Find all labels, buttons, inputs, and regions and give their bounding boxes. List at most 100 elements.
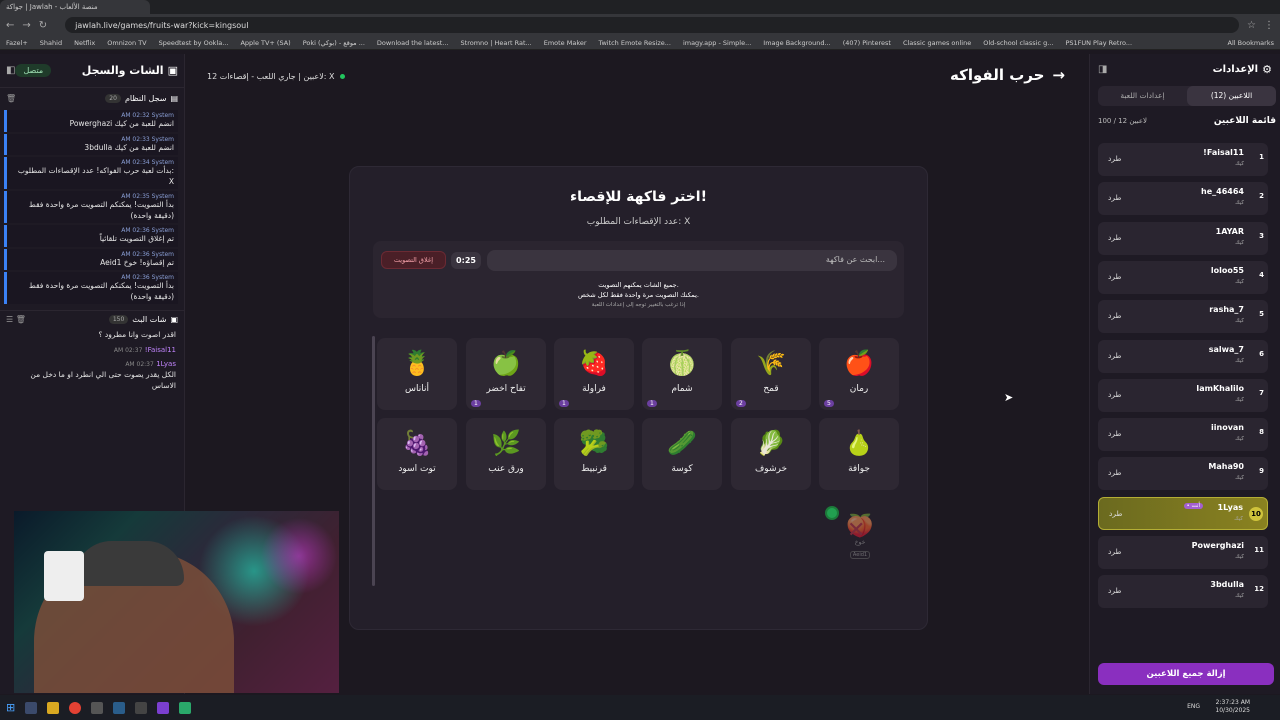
log-sender: System bbox=[151, 112, 174, 119]
bookmark-item[interactable]: Speedtest by Ookla... bbox=[159, 39, 229, 47]
kick-button[interactable]: طرد bbox=[1108, 311, 1121, 320]
tab-players[interactable]: اللاعبين (12) bbox=[1187, 86, 1276, 106]
taskbar-app-icon[interactable] bbox=[69, 701, 82, 714]
player-platform: كيك bbox=[1235, 475, 1244, 482]
menu-icon[interactable]: ⋮ bbox=[1264, 20, 1274, 31]
all-bookmarks[interactable]: All Bookmarks bbox=[1228, 39, 1274, 47]
clock[interactable]: 2:37:23 AM 10/30/2025 bbox=[1215, 699, 1250, 715]
kick-button[interactable]: طرد bbox=[1108, 272, 1121, 281]
windows-start-icon[interactable]: ⊞ bbox=[6, 701, 15, 714]
bookmark-item[interactable]: Download the latest... bbox=[377, 39, 449, 47]
bookmark-item[interactable]: Twitch Emote Resize... bbox=[599, 39, 671, 47]
vote-info-note: إذا ترغب بالتغيير توجه إلى إعدادات اللعب… bbox=[591, 301, 686, 308]
fruit-icon: 🍇 bbox=[402, 429, 432, 457]
fruit-card[interactable]: 🍓 فراولة 1 bbox=[554, 338, 634, 410]
player-row: طرد 7 IamKhalilo كيك bbox=[1098, 378, 1268, 412]
remove-all-players-button[interactable]: إزالة جميع اللاعبين bbox=[1098, 663, 1274, 685]
fruit-card[interactable]: 🍏 تفاح اخضر 1 bbox=[466, 338, 546, 410]
tab-game-settings[interactable]: إعدادات اللعبة bbox=[1098, 86, 1187, 106]
log-message: بدأ التصويت! يمكنكم التصويت مرة واحدة فق… bbox=[28, 200, 174, 220]
scrollbar[interactable] bbox=[372, 336, 375, 586]
vote-count-badge: 1 bbox=[647, 400, 657, 407]
bookmark-item[interactable]: Stromno | Heart Rat... bbox=[461, 39, 532, 47]
fruit-icon: 🍎 bbox=[844, 349, 874, 377]
kick-button[interactable]: طرد bbox=[1108, 154, 1121, 163]
webcam-overlay bbox=[14, 511, 339, 693]
kick-button[interactable]: طرد bbox=[1108, 193, 1121, 202]
fruit-card[interactable]: 🥬 خرشوف bbox=[731, 418, 811, 490]
forward-icon[interactable]: → bbox=[22, 20, 30, 31]
collapse-right-icon[interactable]: ◨ bbox=[1098, 64, 1107, 75]
bookmark-item[interactable]: Emote Maker bbox=[544, 39, 587, 47]
taskbar-app-icon[interactable] bbox=[135, 701, 148, 714]
collapse-left-icon[interactable]: ◧ bbox=[6, 65, 15, 76]
bookmark-item[interactable]: Omnizon TV bbox=[107, 39, 146, 47]
fruit-card[interactable]: 🌾 قمح 2 bbox=[731, 338, 811, 410]
game-title: حرب الفواكه → bbox=[950, 66, 1065, 84]
kick-button[interactable]: طرد bbox=[1108, 233, 1121, 242]
fruit-card[interactable]: 🥒 كوسة bbox=[642, 418, 722, 490]
taskbar-app-icon[interactable] bbox=[157, 701, 170, 714]
browser-tab[interactable]: جواكة | Jawlah - منصة الألعاب bbox=[0, 0, 150, 14]
fruit-card[interactable]: 🥦 قرنبيط bbox=[554, 418, 634, 490]
fruit-card[interactable]: 🌿 ورق عنب bbox=[466, 418, 546, 490]
url-bar[interactable]: jawlah.live/games/fruits-war?kick=kingso… bbox=[65, 17, 1240, 33]
bookmark-item[interactable]: Netflix bbox=[74, 39, 95, 47]
bookmark-item[interactable]: Poki (بوكي) - موقع ... bbox=[303, 39, 365, 47]
vote-count-badge: 1 bbox=[471, 400, 481, 407]
taskbar-app-icon[interactable] bbox=[25, 701, 38, 714]
log-message: بدأت لعبة حرب الفواكه! عدد الإقصاءات الم… bbox=[17, 166, 174, 186]
game-status-text: 12 لاعبين | جاري اللعب - إقصاءات: X bbox=[207, 72, 335, 81]
close-vote-button[interactable]: إغلاق التصويت bbox=[381, 251, 446, 269]
chat-time: AM 02:37 bbox=[113, 346, 143, 354]
kick-button[interactable]: طرد bbox=[1109, 509, 1122, 518]
back-icon[interactable]: ← bbox=[6, 20, 14, 31]
taskbar-app-icon[interactable] bbox=[47, 701, 60, 714]
settings-tabs: إعدادات اللعبة اللاعبين (12) bbox=[1098, 86, 1276, 106]
player-platform: كيك bbox=[1235, 278, 1244, 285]
taskbar-app-icon[interactable] bbox=[113, 701, 126, 714]
bookmark-item[interactable]: Classic games online bbox=[903, 39, 971, 47]
fruit-card[interactable]: 🍎 رمان 5 bbox=[819, 338, 899, 410]
star-icon[interactable]: ☆ bbox=[1247, 20, 1256, 31]
kick-button[interactable]: طرد bbox=[1108, 468, 1121, 477]
trash-icon[interactable]: 🗑 bbox=[6, 94, 16, 103]
kick-button[interactable]: طرد bbox=[1108, 547, 1121, 556]
fruit-name: تفاح اخضر bbox=[486, 384, 526, 394]
fruit-card[interactable]: 🍐 جوافة bbox=[819, 418, 899, 490]
settings-header: ◨ الإعدادات ⚙ bbox=[1090, 54, 1280, 84]
fruit-name: شمام bbox=[671, 384, 693, 394]
fruit-card[interactable]: 🍈 شمام 1 bbox=[642, 338, 722, 410]
fruit-card[interactable]: 🍇 توت اسود bbox=[377, 418, 457, 490]
game-status: 12 لاعبين | جاري اللعب - إقصاءات: X bbox=[207, 72, 346, 81]
bookmark-item[interactable]: PS1FUN Play Retro... bbox=[1065, 39, 1132, 47]
bookmark-item[interactable]: imagy.app - Simple... bbox=[683, 39, 751, 47]
system-log-entry: AM 02:32 System Powerghazi انضم للعبة من … bbox=[4, 110, 178, 132]
bookmark-item[interactable]: (407) Pinterest bbox=[843, 39, 891, 47]
bookmark-item[interactable]: Old-school classic g... bbox=[983, 39, 1053, 47]
fruit-name: قرنبيط bbox=[581, 464, 607, 474]
bookmark-item[interactable]: Image Background... bbox=[763, 39, 830, 47]
kick-button[interactable]: طرد bbox=[1108, 390, 1121, 399]
bookmark-item[interactable]: Shahid bbox=[40, 39, 62, 47]
fruit-search-input[interactable]: ابحث عن فاكهة... bbox=[487, 250, 897, 271]
kick-button[interactable]: طرد bbox=[1108, 351, 1121, 360]
kick-button[interactable]: طرد bbox=[1108, 429, 1121, 438]
taskbar-app-icon[interactable] bbox=[91, 701, 104, 714]
chat-menu-icon[interactable]: ☰ 🗑 bbox=[6, 315, 26, 324]
taskbar-app-icon[interactable] bbox=[179, 701, 192, 714]
fruit-card[interactable]: 🍍 أناناس bbox=[377, 338, 457, 410]
bookmark-item[interactable]: Apple TV+ (SA) bbox=[240, 39, 290, 47]
arrow-right-icon[interactable]: → bbox=[1052, 66, 1065, 84]
kick-button[interactable]: طرد bbox=[1108, 586, 1121, 595]
fruit-icon: 🍈 bbox=[667, 349, 697, 377]
chat-username: 1Lyas bbox=[156, 360, 176, 369]
language-indicator[interactable]: ENG bbox=[1187, 703, 1200, 710]
fruit-icon: 🍓 bbox=[579, 349, 609, 377]
vote-count-badge: 1 bbox=[559, 400, 569, 407]
bookmark-item[interactable]: Fazel+ bbox=[6, 39, 28, 47]
log-sender: System bbox=[151, 227, 174, 234]
vote-info: جميع الشات يمكنهم التصويت. يمكنك التصويت… bbox=[373, 281, 904, 309]
player-rank: 10 bbox=[1249, 506, 1263, 521]
reload-icon[interactable]: ↻ bbox=[39, 20, 47, 31]
